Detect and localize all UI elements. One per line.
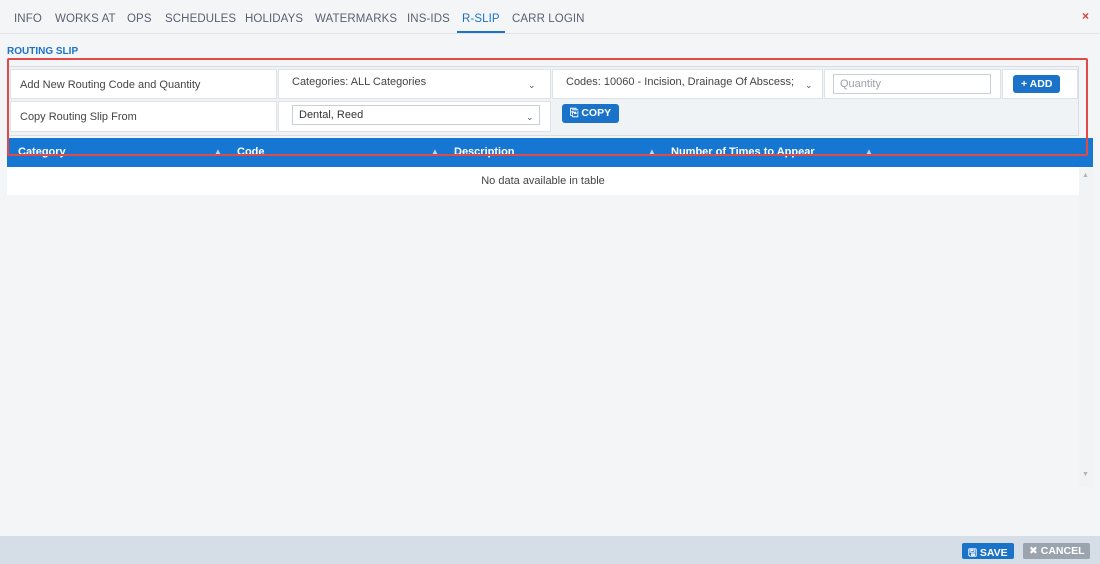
routing-form: Add New Routing Code and Quantity Catego… <box>7 66 1079 136</box>
scroll-down-icon[interactable]: ▼ <box>1082 471 1089 478</box>
sort-icon[interactable]: ▲ <box>431 147 439 156</box>
column-header-description[interactable]: Description <box>454 146 515 158</box>
copy-icon: ⎘ <box>570 107 579 119</box>
copy-button-label: COPY <box>581 107 612 119</box>
section-title: ROUTING SLIP <box>7 46 79 57</box>
tab-ins-ids[interactable]: INS-IDS <box>407 13 450 25</box>
quantity-cell <box>824 69 1001 99</box>
close-icon[interactable]: × <box>1082 9 1089 23</box>
sort-icon[interactable]: ▲ <box>865 147 873 156</box>
add-button[interactable]: + ADD <box>1013 75 1061 93</box>
empty-table-message: No data available in table <box>481 175 605 187</box>
copy-from-cell: Dental, Reed ⌄ <box>278 101 551 132</box>
tab-works-at[interactable]: WORKS AT <box>55 13 116 25</box>
category-select[interactable]: Categories: ALL Categories <box>292 76 426 88</box>
plus-icon: + <box>1021 78 1028 90</box>
active-tab-indicator <box>457 31 505 33</box>
column-header-times-to-appear[interactable]: Number of Times to Appear <box>671 146 815 158</box>
tab-holidays[interactable]: HOLIDAYS <box>245 13 303 25</box>
table-body: No data available in table <box>7 167 1079 195</box>
tab-bar: INFO WORKS AT OPS SCHEDULES HOLIDAYS WAT… <box>0 0 1100 34</box>
copy-from-select[interactable]: Dental, Reed <box>292 105 540 125</box>
tab-ops[interactable]: OPS <box>127 13 152 25</box>
sort-icon[interactable]: ▲ <box>648 147 656 156</box>
copy-label-cell: Copy Routing Slip From <box>10 101 277 132</box>
chevron-down-icon[interactable]: ⌄ <box>526 112 534 123</box>
category-cell: Categories: ALL Categories ⌄ <box>278 69 551 99</box>
add-label-cell: Add New Routing Code and Quantity <box>10 69 277 99</box>
add-cell: + ADD <box>1002 69 1078 99</box>
add-routing-label: Add New Routing Code and Quantity <box>20 79 201 91</box>
table-scrollbar[interactable]: ▲ ▼ <box>1079 167 1093 487</box>
copy-button[interactable]: ⎘ COPY <box>562 104 620 123</box>
codes-cell: Codes: 10060 - Incision, Drainage Of Abs… <box>552 69 823 99</box>
tab-schedules[interactable]: SCHEDULES <box>165 13 236 25</box>
add-button-label: ADD <box>1029 78 1053 90</box>
chevron-down-icon[interactable]: ⌄ <box>805 80 813 91</box>
cancel-button-label: CANCEL <box>1040 545 1085 557</box>
footer-bar: 🖫 SAVE ✖ CANCEL <box>0 536 1100 564</box>
tab-carr-login[interactable]: CARR LOGIN <box>512 13 585 25</box>
cancel-icon: ✖ <box>1029 545 1038 557</box>
chevron-down-icon[interactable]: ⌄ <box>528 80 536 91</box>
table-header: Category ▲ Code ▲ Description ▲ Number o… <box>7 138 1093 167</box>
save-icon: 🖫 <box>968 547 977 559</box>
tab-watermarks[interactable]: WATERMARKS <box>315 13 397 25</box>
scroll-up-icon[interactable]: ▲ <box>1082 172 1089 179</box>
cancel-button[interactable]: ✖ CANCEL <box>1023 543 1091 559</box>
tab-info[interactable]: INFO <box>14 13 42 25</box>
save-button[interactable]: 🖫 SAVE <box>962 543 1014 559</box>
copy-routing-label: Copy Routing Slip From <box>20 111 137 123</box>
copy-button-cell: ⎘ COPY <box>552 101 1078 132</box>
column-header-category[interactable]: Category <box>18 146 66 158</box>
column-header-code[interactable]: Code <box>237 146 265 158</box>
copy-from-value: Dental, Reed <box>299 109 364 121</box>
save-button-label: SAVE <box>979 547 1008 559</box>
tab-r-slip[interactable]: R-SLIP <box>462 13 500 25</box>
sort-icon[interactable]: ▲ <box>214 147 222 156</box>
quantity-input[interactable] <box>833 74 991 94</box>
codes-select[interactable]: Codes: 10060 - Incision, Drainage Of Abs… <box>566 76 808 88</box>
